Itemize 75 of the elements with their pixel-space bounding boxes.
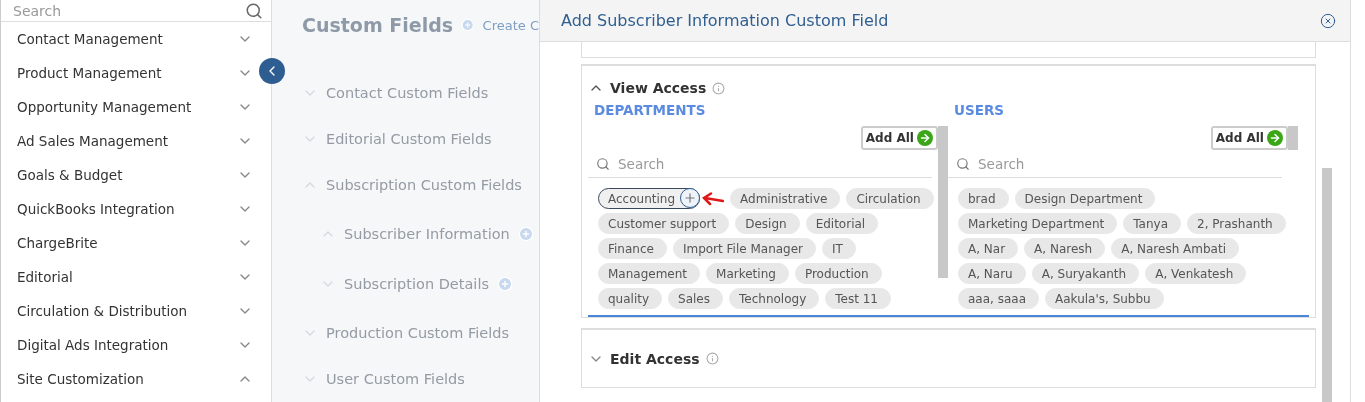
sidebar-item[interactable]: Editorial [1, 260, 255, 294]
tag-chip[interactable]: Technology [729, 288, 820, 309]
section-label: Subscription Details [344, 276, 489, 293]
info-icon [712, 81, 726, 95]
column-heading: USERS [953, 102, 1006, 120]
section-label: User Custom Fields [326, 371, 465, 387]
scrollbar[interactable] [938, 126, 948, 278]
page-title: Custom Fields [302, 14, 454, 36]
sidebar-item[interactable]: Digital Ads Integration [1, 328, 255, 362]
tag-chip[interactable]: Production [794, 263, 882, 284]
section-label: Subscription Custom Fields [326, 177, 522, 194]
add-icon [517, 225, 534, 242]
tag-chip[interactable]: A, Suryakanth [1031, 263, 1140, 284]
arrow-right-icon [917, 130, 933, 146]
search-field[interactable]: Search [616, 154, 932, 173]
tag-chip[interactable]: Aakula's, Subbu [1045, 288, 1164, 309]
tag-chip[interactable]: A, Venkatesh [1145, 263, 1247, 284]
tag-chip[interactable]: Test 11 [825, 288, 891, 309]
modal-title: Add Subscriber Information Custom Field [561, 11, 889, 30]
tag-chip[interactable]: Management [598, 263, 701, 284]
search-icon [956, 156, 970, 171]
section-title[interactable]: View Access [610, 80, 707, 96]
annotation-arrow-drawing [702, 191, 724, 206]
info-icon [705, 352, 719, 365]
scrollbar[interactable] [1288, 126, 1298, 150]
tag-chip[interactable]: Tanya [1123, 213, 1181, 234]
tag-chip[interactable]: A, Naru [958, 263, 1026, 284]
sidebar-item[interactable]: Circulation & Distribution [1, 294, 255, 328]
tag-chip[interactable]: Accounting [598, 188, 700, 209]
tag-chip[interactable]: Editorial [805, 213, 879, 234]
tag-chip[interactable]: Import File Manager [672, 238, 817, 259]
section-label: Production Custom Fields [326, 324, 509, 341]
sidebar-item[interactable]: ChargeBrite [1, 226, 255, 260]
tag-chip[interactable]: 2, Prashanth [1187, 213, 1286, 234]
sidebar-item[interactable]: Ad Sales Management [1, 124, 255, 158]
section-label: Contact Custom Fields [326, 85, 489, 101]
sidebar-item[interactable]: Opportunity Management [1, 90, 255, 124]
tag-chip[interactable]: IT [822, 238, 856, 259]
tag-chip[interactable]: Customer support [598, 213, 730, 234]
sidebar-item[interactable]: QuickBooks Integration [1, 192, 255, 226]
search-icon [596, 156, 610, 171]
tag-chip[interactable]: Finance [598, 238, 667, 259]
tag-chip[interactable]: Sales [668, 288, 723, 309]
collapse-button[interactable] [259, 58, 285, 84]
tag-chip[interactable]: quality [598, 288, 663, 309]
section-title[interactable]: Edit Access [610, 350, 700, 367]
tag-chip[interactable]: brad [958, 188, 1009, 209]
arrow-right-icon [1267, 130, 1283, 146]
scrollbar[interactable] [1322, 168, 1332, 402]
tag-chip[interactable]: Marketing [706, 263, 789, 284]
tag-chip[interactable]: Design Department [1014, 188, 1156, 209]
search-field[interactable]: Search [11, 1, 245, 20]
tag-chip[interactable]: A, Naresh Ambati [1111, 238, 1239, 259]
tag-chip[interactable]: A, Nar [958, 238, 1019, 259]
tag-chip[interactable]: Marketing Department [958, 213, 1118, 234]
tag-chip[interactable]: Administrative [730, 188, 841, 209]
tag-chip[interactable]: Circulation [846, 188, 934, 209]
sidebar-item[interactable]: Contact Management [1, 22, 255, 56]
sidebar-item[interactable]: Goals & Budget [1, 158, 255, 192]
section-label: Subscriber Information [344, 225, 510, 242]
tag-chip[interactable]: A, Naresh [1024, 238, 1106, 259]
column-heading: DEPARTMENTS [593, 102, 707, 120]
sidebar-item[interactable]: Product Management [1, 56, 255, 90]
add-icon[interactable] [680, 188, 700, 208]
sidebar-item[interactable]: Site Customization [1, 362, 255, 396]
add-icon [461, 16, 475, 34]
add-all-button[interactable]: Add All [1210, 126, 1288, 150]
search-icon [245, 1, 263, 20]
section-label: Editorial Custom Fields [326, 131, 492, 148]
search-field[interactable]: Search [976, 154, 1282, 173]
add-all-button[interactable]: Add All [860, 126, 938, 150]
close-icon[interactable] [1320, 12, 1336, 29]
tag-chip[interactable]: Design [735, 213, 800, 234]
add-icon [497, 276, 513, 293]
tag-chip[interactable]: aaa, saaa [958, 288, 1039, 309]
